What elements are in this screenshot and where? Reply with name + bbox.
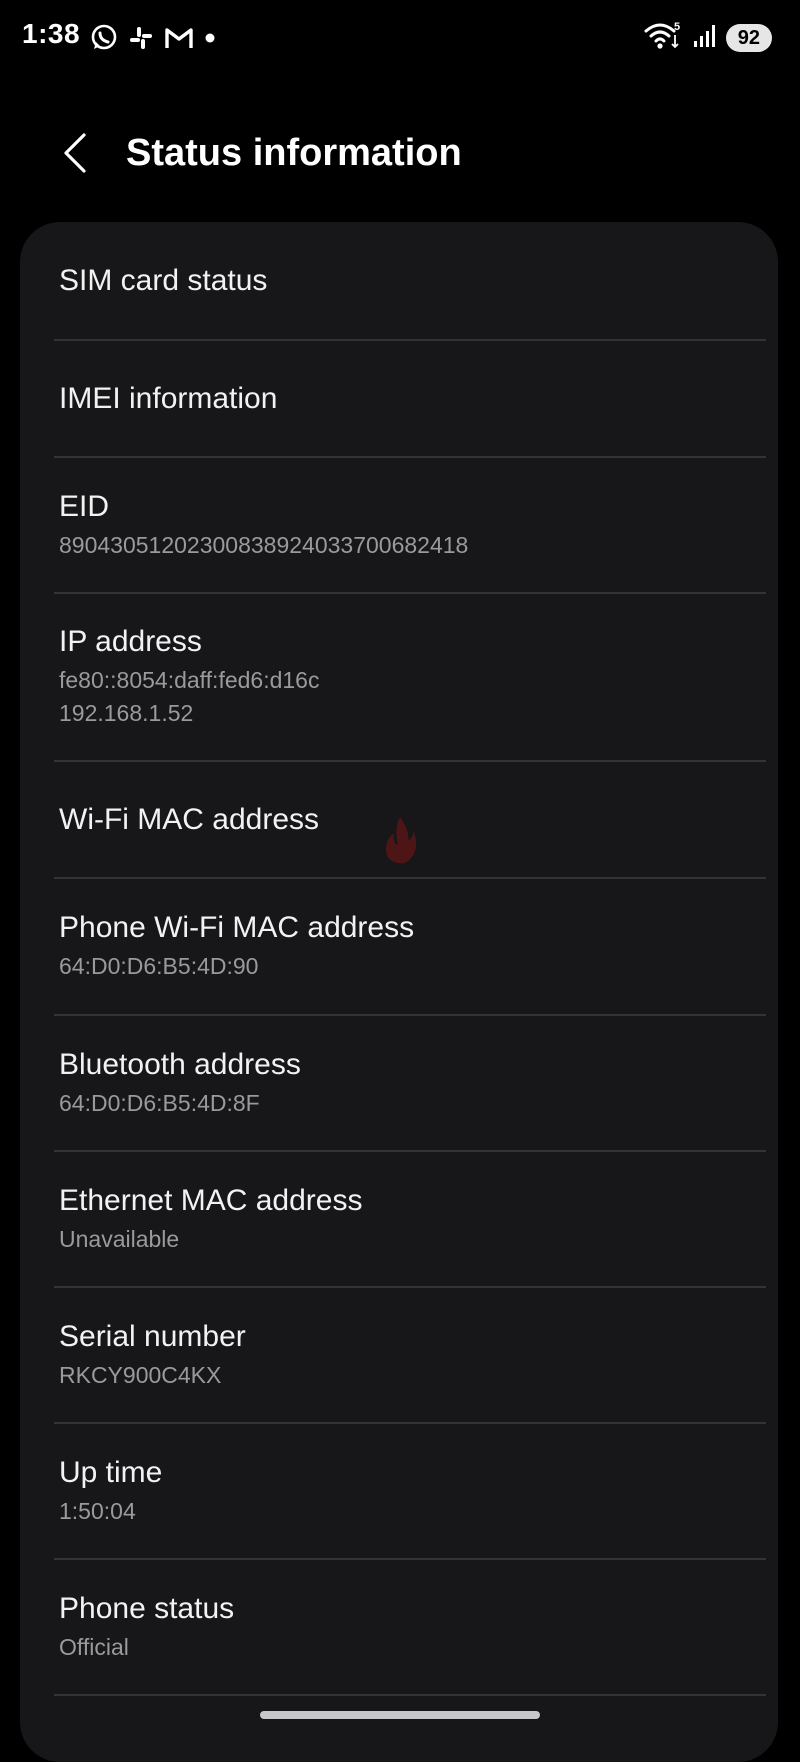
item-title: Phone Wi-Fi MAC address: [59, 911, 415, 944]
item-title: Bluetooth address: [59, 1048, 301, 1081]
item-subtitle: Official: [59, 1634, 129, 1660]
item-title: Up time: [59, 1456, 163, 1489]
list-item-ethernet-mac-address[interactable]: Ethernet MAC address Unavailable: [20, 1152, 778, 1286]
signal-icon: [692, 23, 718, 54]
item-subtitle: 1:50:04: [59, 1498, 136, 1524]
list-item-imei-information[interactable]: IMEI information: [20, 341, 778, 456]
item-subtitle: 89043051202300838924033700682418: [59, 532, 469, 558]
status-list-card: SIM card status IMEI information EID 890…: [20, 222, 778, 1762]
list-item-up-time[interactable]: Up time 1:50:04: [20, 1424, 778, 1558]
item-title: Wi-Fi MAC address: [59, 803, 320, 836]
back-button[interactable]: [52, 128, 98, 182]
home-indicator[interactable]: [260, 1711, 540, 1719]
list-item-serial-number[interactable]: Serial number RKCY900C4KX: [20, 1288, 778, 1422]
slack-icon: [128, 25, 154, 51]
list-item-phone-wifi-mac-address[interactable]: Phone Wi-Fi MAC address 64:D0:D6:B5:4D:9…: [20, 879, 778, 1014]
list-item-sim-card-status[interactable]: SIM card status: [20, 222, 778, 339]
gmail-icon: [164, 26, 194, 50]
notification-icons: [90, 22, 216, 54]
list-item-bluetooth-address[interactable]: Bluetooth address 64:D0:D6:B5:4D:8F: [20, 1016, 778, 1150]
item-subtitle: RKCY900C4KX: [59, 1362, 222, 1388]
item-subtitle: 64:D0:D6:B5:4D:8F: [59, 1090, 260, 1116]
status-bar: 1:38 5 92: [0, 0, 800, 80]
item-subtitle: fe80::8054:daff:fed6:d16c: [59, 667, 320, 693]
item-title: Phone status: [59, 1592, 235, 1625]
item-subtitle: Unavailable: [59, 1226, 180, 1252]
item-subtitle: 64:D0:D6:B5:4D:90: [59, 953, 259, 979]
dot-icon: [204, 32, 216, 44]
item-title: SIM card status: [59, 264, 268, 297]
whatsapp-icon: [90, 24, 118, 52]
battery-indicator: 92: [725, 24, 772, 52]
list-item-ip-address[interactable]: IP address fe80::8054:daff:fed6:d16c 192…: [20, 594, 778, 760]
wifi-label: 5: [674, 21, 680, 33]
wifi-icon: 5: [644, 21, 684, 56]
item-title: IP address: [59, 625, 202, 658]
item-title: IMEI information: [59, 382, 278, 415]
header: Status information: [0, 110, 800, 200]
chevron-left-icon: [60, 131, 90, 180]
item-title: Serial number: [59, 1320, 246, 1353]
status-time: 1:38: [22, 18, 81, 49]
page-title: Status information: [126, 132, 462, 174]
item-subtitle-2: 192.168.1.52: [59, 700, 194, 726]
status-right: 5 92: [644, 20, 772, 56]
divider: [54, 1694, 766, 1696]
watermark-flame-icon: [380, 815, 420, 865]
item-title: Ethernet MAC address: [59, 1184, 363, 1217]
item-title: EID: [59, 490, 110, 523]
list-item-eid[interactable]: EID 89043051202300838924033700682418: [20, 458, 778, 592]
list-item-phone-status[interactable]: Phone status Official: [20, 1560, 778, 1694]
